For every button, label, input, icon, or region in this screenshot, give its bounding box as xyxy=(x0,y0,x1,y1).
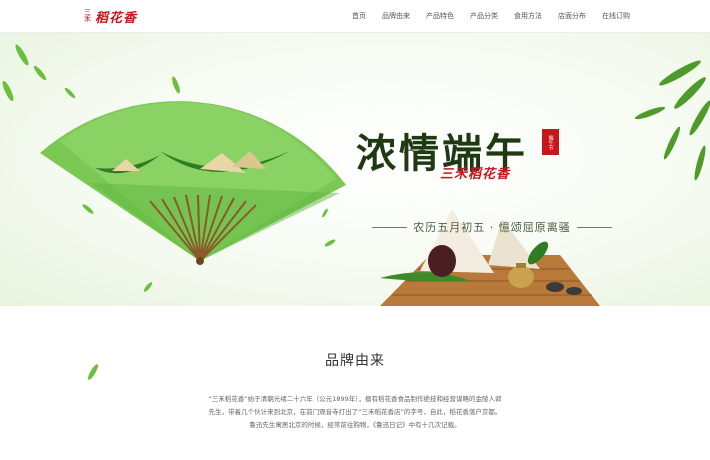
section-paragraph: 先生，带着几个伙计来到北京，在前门观音寺打出了“三禾稻花香店”的字号，自此，稻花… xyxy=(208,408,502,416)
nav-product-categories[interactable]: 产品分类 xyxy=(462,0,506,32)
nav-order-online[interactable]: 在线订购 xyxy=(594,0,638,32)
banner-brand: 三禾稻花香 xyxy=(440,167,511,182)
main-nav: 首页 品牌由来 产品特色 产品分类 食用方法 店面分布 在线订购 xyxy=(344,0,638,32)
nav-how-to-eat[interactable]: 食用方法 xyxy=(506,0,550,32)
folding-fan-icon xyxy=(40,101,346,265)
logo-text: 稻花香 xyxy=(95,10,138,26)
bamboo-leaves-icon xyxy=(634,60,710,181)
section-paragraph: “三禾稻花香”始于清朝光绪二十六年（公元1899年），擅有稻花香食品制作绝技和经… xyxy=(208,395,502,403)
logo-small-text: 三禾 xyxy=(84,8,91,23)
section-title: 品牌由来 xyxy=(325,353,385,369)
nav-product-features[interactable]: 产品特色 xyxy=(418,0,462,32)
section-body: “三禾稻花香”始于清朝光绪二十六年（公元1899年），擅有稻花香食品制作绝技和经… xyxy=(175,393,535,432)
site-logo[interactable]: 三禾 稻花香 xyxy=(84,7,138,26)
festival-seal: 端午节 xyxy=(542,129,559,155)
site-header: 三禾 稻花香 首页 品牌由来 产品特色 产品分类 食用方法 店面分布 在线订购 xyxy=(0,0,710,33)
hero-banner[interactable]: 浓情端午 端午节 三禾稻花香 农历五月初五 · 憶颂屈原离骚 xyxy=(0,33,710,306)
nav-brand-origin[interactable]: 品牌由来 xyxy=(374,0,418,32)
section-paragraph: 鲁迅先生寓居北京的时候，经常前往购物，《鲁迅日记》中有十几次记载。 xyxy=(249,421,461,429)
banner-subtitle: 农历五月初五 · 憶颂屈原离骚 xyxy=(372,219,612,235)
nav-store-locations[interactable]: 店面分布 xyxy=(550,0,594,32)
subtitle-line-left xyxy=(372,226,408,228)
subtitle-text: 农历五月初五 · 憶颂屈原离骚 xyxy=(413,221,571,234)
nav-home[interactable]: 首页 xyxy=(344,0,374,32)
subtitle-line-right xyxy=(576,226,612,228)
banner-illustration xyxy=(2,44,710,306)
